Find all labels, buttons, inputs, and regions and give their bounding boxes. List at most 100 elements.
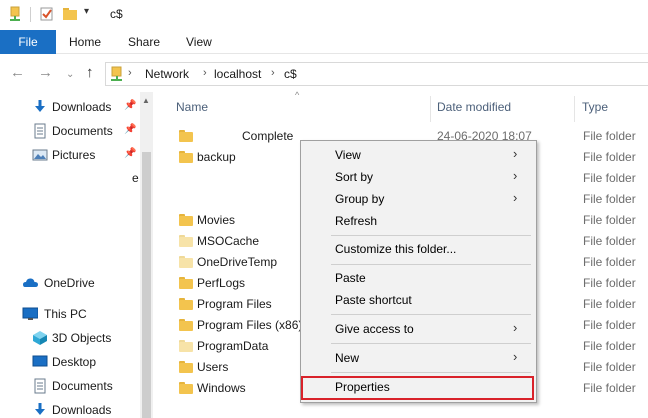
nav-item-this-pc[interactable]: This PC (0, 303, 140, 325)
checkmark-doc-icon[interactable] (40, 6, 54, 22)
scrollbar-thumb[interactable] (142, 152, 151, 418)
tab-share[interactable]: Share (128, 30, 160, 54)
file-name: Movies (197, 213, 236, 227)
new-folder-icon[interactable] (62, 6, 78, 22)
tab-file[interactable]: File (0, 30, 56, 54)
breadcrumb-localhost[interactable]: localhost (214, 67, 261, 81)
breadcrumb-network[interactable]: Network (145, 67, 189, 81)
scroll-up-icon[interactable]: ▲ (142, 96, 150, 105)
menu-item-label: Refresh (335, 214, 378, 228)
nav-item-documents-pc[interactable]: Documents (0, 375, 140, 397)
folder-icon (179, 130, 193, 142)
nav-item-label: 3D Objects (52, 331, 112, 345)
nav-item-truncated[interactable]: e (0, 168, 140, 190)
menu-item-label: New (335, 351, 360, 365)
download-icon (35, 403, 45, 415)
customize-dropdown-icon[interactable]: ▾ (84, 6, 89, 17)
nav-item-3d-objects[interactable]: 3D Objects (0, 327, 140, 349)
menu-separator (331, 314, 531, 315)
navigation-bar: ← → ⌄ ↑ › Network › localhost › c$ (0, 54, 648, 92)
properties-icon[interactable] (8, 6, 22, 22)
folder-icon (179, 361, 193, 373)
nav-item-label: Downloads (52, 100, 112, 114)
breadcrumb-separator[interactable]: › (203, 67, 207, 79)
context-menu: View › Sort by › Group by › Refresh Cust… (300, 140, 537, 403)
nav-item-label: Documents (52, 124, 113, 138)
pc-icon (22, 307, 38, 320)
file-name: Users (197, 360, 229, 374)
nav-item-label: e (132, 171, 139, 185)
chevron-down-icon[interactable]: ⌄ (66, 66, 74, 84)
menu-item-give-access[interactable]: Give access to › (301, 318, 536, 340)
menu-separator (331, 343, 531, 344)
pin-icon[interactable]: 📌 (124, 124, 136, 135)
nav-item-onedrive[interactable]: OneDrive (0, 272, 140, 294)
nav-item-documents[interactable]: Documents 📌 (0, 120, 140, 142)
menu-item-label: Sort by (335, 170, 374, 184)
file-name: MSOCache (197, 234, 260, 248)
arrow-left-icon[interactable]: ← (10, 64, 25, 82)
chevron-right-icon: › (513, 320, 518, 335)
menu-item-paste-shortcut[interactable]: Paste shortcut (301, 289, 536, 311)
file-type: File folder (583, 318, 636, 332)
nav-item-label: Documents (52, 379, 113, 393)
breadcrumb-separator[interactable]: › (128, 67, 132, 79)
documents-icon (34, 378, 46, 394)
nav-item-label: Downloads (52, 403, 112, 417)
menu-item-customize-folder[interactable]: Customize this folder... (301, 238, 536, 260)
ribbon-tabs: File Home Share View (0, 30, 648, 54)
nav-item-label: Pictures (52, 148, 96, 162)
chevron-right-icon: › (513, 168, 518, 183)
file-name: backup (197, 150, 236, 164)
menu-item-label: View (335, 148, 361, 162)
chevron-right-icon: › (513, 146, 518, 161)
menu-separator (331, 372, 531, 373)
folder-icon (179, 151, 193, 163)
onedrive-icon (23, 278, 38, 287)
pictures-icon (32, 149, 48, 161)
column-header-date[interactable]: Date modified (437, 100, 511, 114)
nav-item-pictures[interactable]: Pictures 📌 (0, 144, 140, 166)
breadcrumb-separator[interactable]: › (271, 67, 275, 79)
navpane-scrollbar[interactable]: ▲ (140, 92, 153, 418)
folder-icon (179, 319, 193, 331)
menu-item-group-by[interactable]: Group by › (301, 188, 536, 210)
nav-item-downloads-pc[interactable]: Downloads (0, 399, 140, 418)
tab-view[interactable]: View (186, 30, 212, 54)
menu-item-paste[interactable]: Paste (301, 267, 536, 289)
menu-separator (331, 264, 531, 265)
nav-item-desktop[interactable]: Desktop (0, 351, 140, 373)
menu-item-view[interactable]: View › (301, 144, 536, 166)
file-type: File folder (583, 192, 636, 206)
menu-item-new[interactable]: New › (301, 347, 536, 369)
properties-highlight-box (301, 376, 534, 400)
file-type: File folder (583, 276, 636, 290)
file-type: File folder (583, 255, 636, 269)
column-header-type[interactable]: Type (582, 100, 608, 114)
file-type: File folder (583, 339, 636, 353)
nav-item-downloads[interactable]: Downloads 📌 (0, 96, 140, 118)
file-type: File folder (583, 234, 636, 248)
pin-icon[interactable]: 📌 (124, 148, 136, 159)
file-name: OneDriveTemp (197, 255, 278, 269)
menu-item-sort-by[interactable]: Sort by › (301, 166, 536, 188)
column-divider[interactable] (574, 96, 575, 122)
chevron-right-icon: › (513, 190, 518, 205)
address-bar[interactable]: › Network › localhost › c$ (105, 62, 648, 86)
arrow-right-icon[interactable]: → (38, 64, 53, 82)
column-divider[interactable] (430, 96, 431, 122)
column-header-name[interactable]: Name (176, 100, 208, 114)
folder-faded-icon (179, 235, 193, 247)
pin-icon[interactable]: 📌 (124, 100, 136, 111)
menu-item-label: Paste shortcut (335, 293, 412, 307)
breadcrumb-c-share[interactable]: c$ (284, 67, 297, 81)
folder-icon (179, 382, 193, 394)
menu-separator (331, 235, 531, 236)
nav-item-label: This PC (44, 307, 87, 321)
tab-home[interactable]: Home (69, 30, 101, 54)
folder-icon (179, 298, 193, 310)
folder-faded-icon (179, 340, 193, 352)
window-title: c$ (110, 7, 123, 21)
menu-item-refresh[interactable]: Refresh (301, 210, 536, 232)
arrow-up-icon[interactable]: ↑ (86, 64, 94, 82)
